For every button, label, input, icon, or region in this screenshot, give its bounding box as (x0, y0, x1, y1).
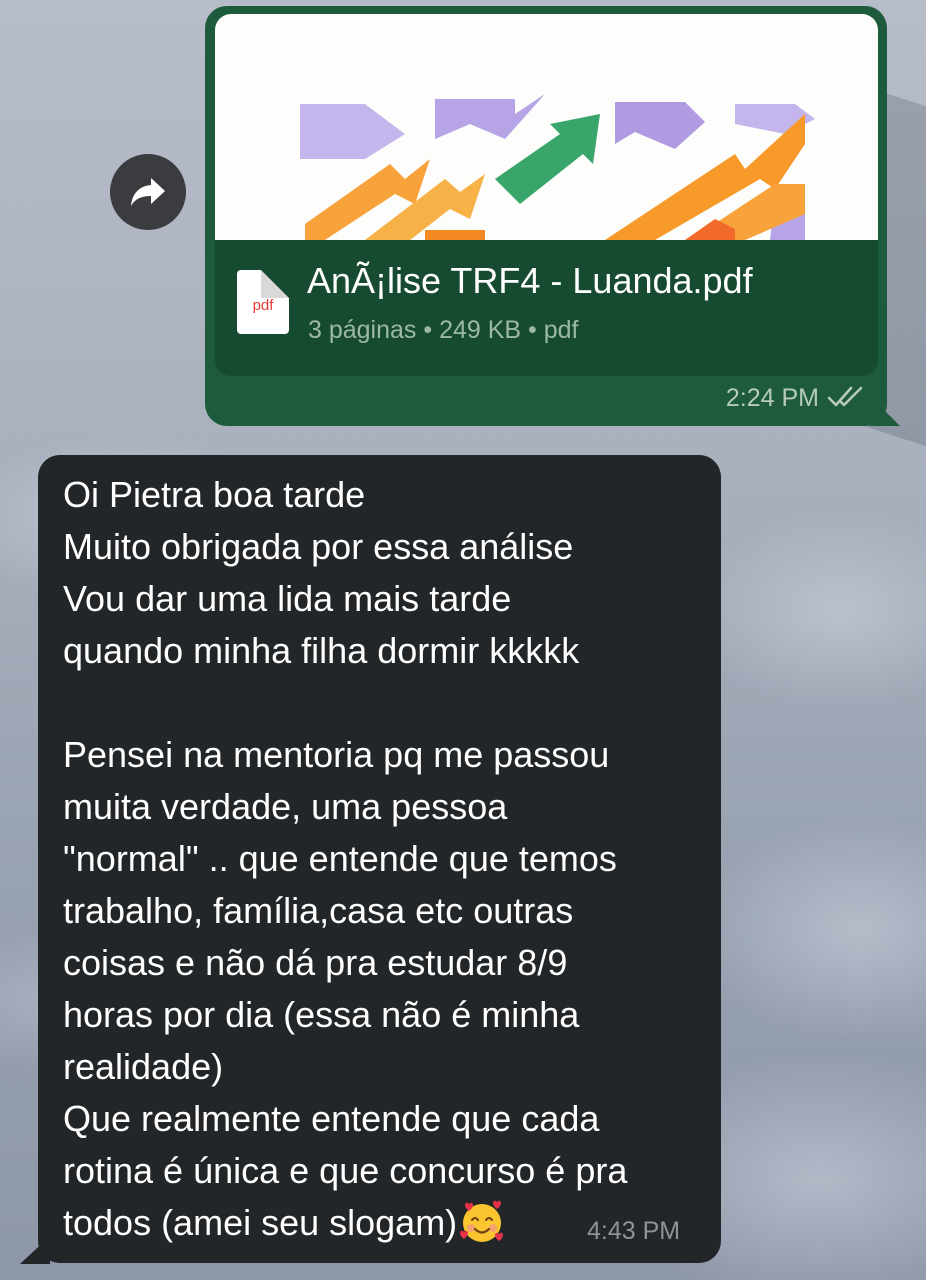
message-line: horas por dia (essa não é minha (63, 994, 580, 1035)
message-line: "normal" .. que entende que temos (63, 838, 617, 879)
message-last-line: todos (amei seu slogam) (63, 1197, 505, 1249)
outgoing-message-time: 2:24 PM (725, 384, 819, 412)
message-line: rotina é única e que concurso é pra (63, 1150, 628, 1191)
incoming-message-bubble[interactable]: Oi Pietra boa tarde Muito obrigada por e… (38, 455, 721, 1263)
document-file-name: AnÃ¡lise TRF4 - Luanda.pdf (307, 260, 753, 301)
pdf-file-icon-label: pdf (252, 297, 274, 314)
message-line: trabalho, família,casa etc outras (63, 890, 574, 931)
pdf-preview-thumbnail[interactable] (215, 14, 878, 240)
message-line: Que realmente entende que cada (63, 1098, 600, 1139)
message-line: Oi Pietra boa tarde (63, 474, 366, 515)
incoming-message-time: 4:43 PM (587, 1217, 681, 1245)
message-line: Pensei na mentoria pq me passou (63, 734, 610, 775)
document-info-row[interactable]: pdf AnÃ¡lise TRF4 - Luanda.pdf 3 páginas… (215, 240, 878, 376)
outgoing-bubble-tail (870, 396, 900, 426)
message-line: coisas e não dá pra estudar 8/9 (63, 942, 568, 983)
message-line: quando minha filha dormir kkkkk (63, 630, 580, 671)
message-line: Muito obrigada por essa análise (63, 526, 574, 567)
message-line: muita verdade, uma pessoa (63, 786, 508, 827)
message-line: Vou dar uma lida mais tarde (63, 578, 512, 619)
pdf-preview-arrows-graphic (300, 94, 815, 240)
document-meta: 3 páginas • 249 KB • pdf (308, 316, 579, 344)
double-check-icon (827, 386, 863, 407)
message-line: todos (amei seu slogam) (63, 1202, 458, 1243)
incoming-bubble-tail (20, 1236, 50, 1264)
pdf-file-icon: pdf (237, 270, 289, 334)
smiling-face-with-hearts-icon (460, 1200, 504, 1242)
outgoing-message-bubble[interactable]: pdf AnÃ¡lise TRF4 - Luanda.pdf 3 páginas… (205, 6, 887, 426)
forward-button[interactable] (110, 154, 186, 230)
forward-arrow-icon (131, 178, 165, 206)
message-line: realidade) (63, 1046, 224, 1087)
